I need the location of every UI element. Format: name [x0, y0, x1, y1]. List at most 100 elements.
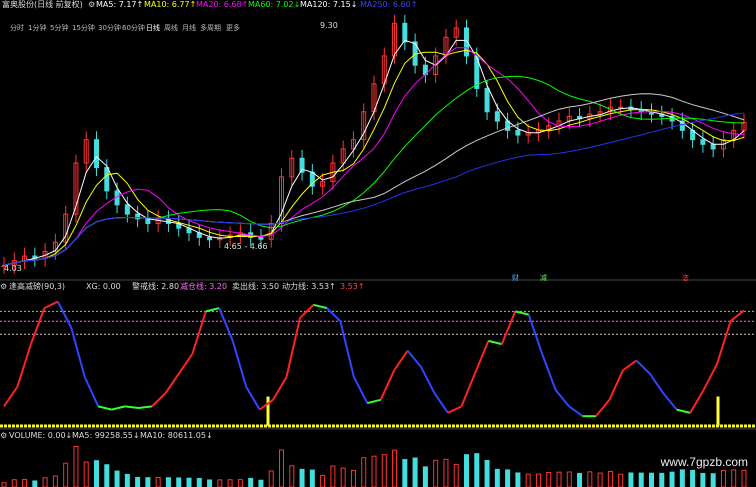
power-line-segment	[124, 405, 139, 409]
power-line-segment	[352, 376, 369, 404]
power-line-segment	[541, 353, 557, 391]
volume-bar	[22, 478, 28, 487]
volume-bar	[268, 470, 274, 487]
candle-body	[258, 236, 264, 240]
power-line-segment	[608, 369, 624, 401]
volume-bar	[340, 467, 346, 487]
power-line-segment	[70, 327, 86, 378]
power-line-segment	[16, 343, 32, 388]
volume-bar	[392, 449, 398, 487]
volume-bar	[587, 471, 593, 487]
volume-bar	[638, 472, 644, 487]
price-range-label: 4.65 - 4.66	[224, 242, 268, 251]
power-line-segment	[460, 373, 476, 407]
volume-bar	[628, 472, 634, 487]
candle-body	[402, 22, 408, 43]
power-line-segment	[662, 392, 678, 411]
power-line-segment	[433, 392, 449, 414]
volume-bar	[710, 473, 716, 487]
power-line-segment	[568, 405, 584, 417]
power-line-segment	[138, 405, 153, 409]
candle-body	[515, 129, 521, 136]
candle-body	[618, 106, 624, 109]
volume-bar	[299, 468, 305, 487]
indicator-name[interactable]: 逢高减磅(90,3)	[9, 281, 65, 293]
volume-settings-icon[interactable]: ⚙	[0, 430, 7, 442]
indicator-settings-icon[interactable]: ⚙	[0, 281, 7, 293]
indicator-value: 3.53↑	[340, 282, 365, 291]
power-line-segment	[285, 317, 301, 378]
power-line-segment	[299, 304, 315, 319]
volume-bar	[700, 472, 706, 487]
volume-bar	[618, 473, 624, 487]
power-line-segment	[595, 399, 611, 417]
volume-bar	[443, 458, 449, 487]
volume-bar	[83, 461, 89, 487]
volume-bar	[690, 469, 696, 487]
volume-bar	[289, 465, 295, 487]
candle-body	[494, 111, 500, 122]
stock-chart[interactable]	[0, 0, 756, 487]
volume-bar	[679, 469, 685, 487]
volume-bar	[649, 472, 654, 487]
indicator-legend: ⚙ 逢高减磅(90,3) XG: 0.00 警戒线: 2.80 减仓线: 3.2…	[0, 281, 756, 293]
candle-body	[124, 204, 130, 215]
power-line-segment	[622, 359, 637, 372]
volume-bar	[104, 464, 110, 487]
volume-bar	[258, 479, 264, 487]
power-line-segment	[56, 301, 73, 329]
volume-bar	[1, 482, 7, 487]
volume-bar	[659, 472, 665, 487]
volume-bar	[207, 479, 213, 487]
volume-bar	[535, 473, 541, 487]
power-line-segment	[259, 398, 274, 411]
volume-bar	[433, 459, 439, 487]
power-line-segment	[393, 350, 409, 371]
volume-legend: ⚙ VOLUME: 0.00↓ MA5: 99258.55↓ MA10: 806…	[0, 430, 756, 442]
watermark: www.7gpzb.com	[660, 455, 748, 469]
power-line-segment	[43, 300, 59, 309]
xg-signal-bar	[716, 396, 720, 426]
xg-signal-bar	[266, 396, 270, 426]
volume-bar	[73, 445, 79, 487]
volume-bar	[155, 476, 161, 487]
volume-bar	[505, 469, 511, 487]
candle-body	[710, 143, 716, 150]
price-low-label: 4.03	[4, 264, 22, 273]
volume-bar	[669, 471, 675, 487]
indicator-dongli: 动力线: 3.53↑	[282, 282, 336, 291]
volume-label[interactable]: VOLUME: 0.00↓	[9, 430, 72, 442]
power-line-segment	[447, 405, 462, 414]
volume-bar	[237, 479, 243, 487]
volume-bar	[566, 471, 572, 487]
power-line-segment	[339, 320, 355, 378]
indicator-jiancang: 减仓线: 3.20	[180, 282, 228, 291]
volume-bar	[330, 465, 336, 487]
volume-bar	[350, 469, 356, 487]
volume-bar	[124, 473, 130, 487]
volume-bar	[381, 454, 387, 487]
indicator-jingjie: 警戒线: 2.80	[132, 282, 180, 291]
power-line-segment	[420, 366, 436, 394]
volume-bar	[484, 460, 490, 487]
volume-bar	[577, 472, 583, 487]
volume-bar	[412, 457, 418, 487]
volume-bar	[371, 455, 377, 487]
power-line-segment	[97, 405, 112, 411]
power-line-segment	[500, 310, 517, 345]
volume-bar	[165, 477, 171, 487]
ma250-line	[3, 112, 745, 266]
volume-bar	[227, 479, 233, 487]
power-line-segment	[191, 311, 207, 355]
volume-bar	[94, 460, 99, 487]
volume-bar	[145, 477, 151, 487]
volume-bar	[597, 472, 603, 487]
volume-bar	[11, 479, 17, 487]
power-line-segment	[676, 408, 691, 414]
power-line-segment	[406, 350, 422, 368]
volume-bar	[186, 477, 192, 487]
volume-bar	[474, 453, 480, 487]
volume-bar	[217, 479, 223, 487]
power-line-segment	[515, 310, 529, 316]
volume-ma10: MA10: 80611.05↓	[140, 431, 213, 440]
